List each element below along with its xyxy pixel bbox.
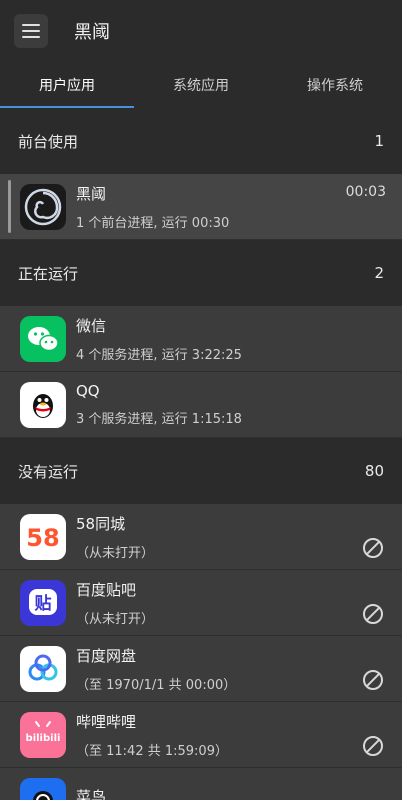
app-name: QQ: [76, 382, 100, 400]
app-name: 哔哩哔哩: [76, 712, 137, 731]
menu-button[interactable]: [14, 14, 48, 48]
app-row-qq[interactable]: QQ 3 个服务进程, 运行 1:15:18: [0, 372, 402, 438]
section-count: 80: [364, 462, 384, 480]
tab-user-apps[interactable]: 用户应用: [0, 62, 134, 108]
app-row-58[interactable]: 58 58同城 （从未打开）: [0, 504, 402, 570]
tieba-icon: 贴: [20, 579, 66, 626]
app-name: 菜鸟: [76, 788, 107, 800]
bilibili-icon: bilibili: [20, 711, 66, 758]
icon-label-58: 58: [26, 524, 59, 552]
tab-system-apps[interactable]: 系统应用: [134, 62, 268, 108]
app-name: 百度贴吧: [76, 580, 137, 599]
tab-bar: 用户应用 系统应用 操作系统: [0, 62, 402, 108]
section-count: 1: [374, 132, 384, 150]
usage-time: 00:03: [345, 184, 386, 200]
disabled-icon[interactable]: [362, 735, 384, 757]
wechat-icon: [20, 315, 66, 362]
app-status: 4 个服务进程, 运行 3:22:25: [76, 347, 242, 363]
app-name: 百度网盘: [76, 646, 137, 665]
app-status: 1 个前台进程, 运行 00:30: [76, 215, 230, 231]
app-status: （至 11:42 共 1:59:09）: [76, 743, 228, 759]
section-header-stopped: 没有运行 80: [0, 438, 402, 504]
icon-label-bilibili: bilibili: [26, 733, 61, 744]
app-name: 58同城: [76, 514, 126, 533]
app-status: （从未打开）: [76, 545, 155, 561]
app-status: 3 个服务进程, 运行 1:15:18: [76, 412, 242, 427]
section-count: 2: [374, 264, 384, 282]
app-row-bilibili[interactable]: bilibili 哔哩哔哩 （至 11:42 共 1:59:09）: [0, 702, 402, 768]
heiyu-icon: [20, 183, 66, 230]
app-row-cainiao[interactable]: 菜鸟: [0, 768, 402, 800]
page-title: 黑阈: [74, 22, 110, 43]
baidu-pan-icon: [20, 645, 66, 692]
58-icon: 58: [20, 513, 66, 560]
selection-indicator: [8, 180, 11, 233]
menu-icon-line: [22, 30, 40, 32]
app-row-tieba[interactable]: 贴 百度贴吧 （从未打开）: [0, 570, 402, 636]
app-row-baidu-pan[interactable]: 百度网盘 （至 1970/1/1 共 00:00）: [0, 636, 402, 702]
section-header-running: 正在运行 2: [0, 240, 402, 306]
menu-icon-line: [22, 24, 40, 26]
tab-os[interactable]: 操作系统: [268, 62, 402, 108]
section-title: 没有运行: [18, 462, 79, 481]
app-row-wechat[interactable]: 微信 4 个服务进程, 运行 3:22:25: [0, 306, 402, 372]
app-status: （至 1970/1/1 共 00:00）: [76, 677, 237, 693]
menu-icon-line: [22, 36, 40, 38]
disabled-icon[interactable]: [362, 603, 384, 625]
cainiao-icon: [20, 777, 66, 800]
qq-icon: [20, 381, 66, 428]
disabled-icon[interactable]: [362, 537, 384, 559]
section-title: 前台使用: [18, 132, 79, 151]
app-row-heiyu[interactable]: 黑阈 1 个前台进程, 运行 00:30 00:03: [0, 174, 402, 240]
icon-label-tieba: 贴: [35, 593, 52, 614]
disabled-icon[interactable]: [362, 669, 384, 691]
section-header-foreground: 前台使用 1: [0, 108, 402, 174]
section-title: 正在运行: [18, 264, 79, 283]
app-status: （从未打开）: [76, 611, 155, 627]
app-bar: 黑阈: [0, 0, 402, 62]
app-name: 微信: [76, 316, 107, 335]
